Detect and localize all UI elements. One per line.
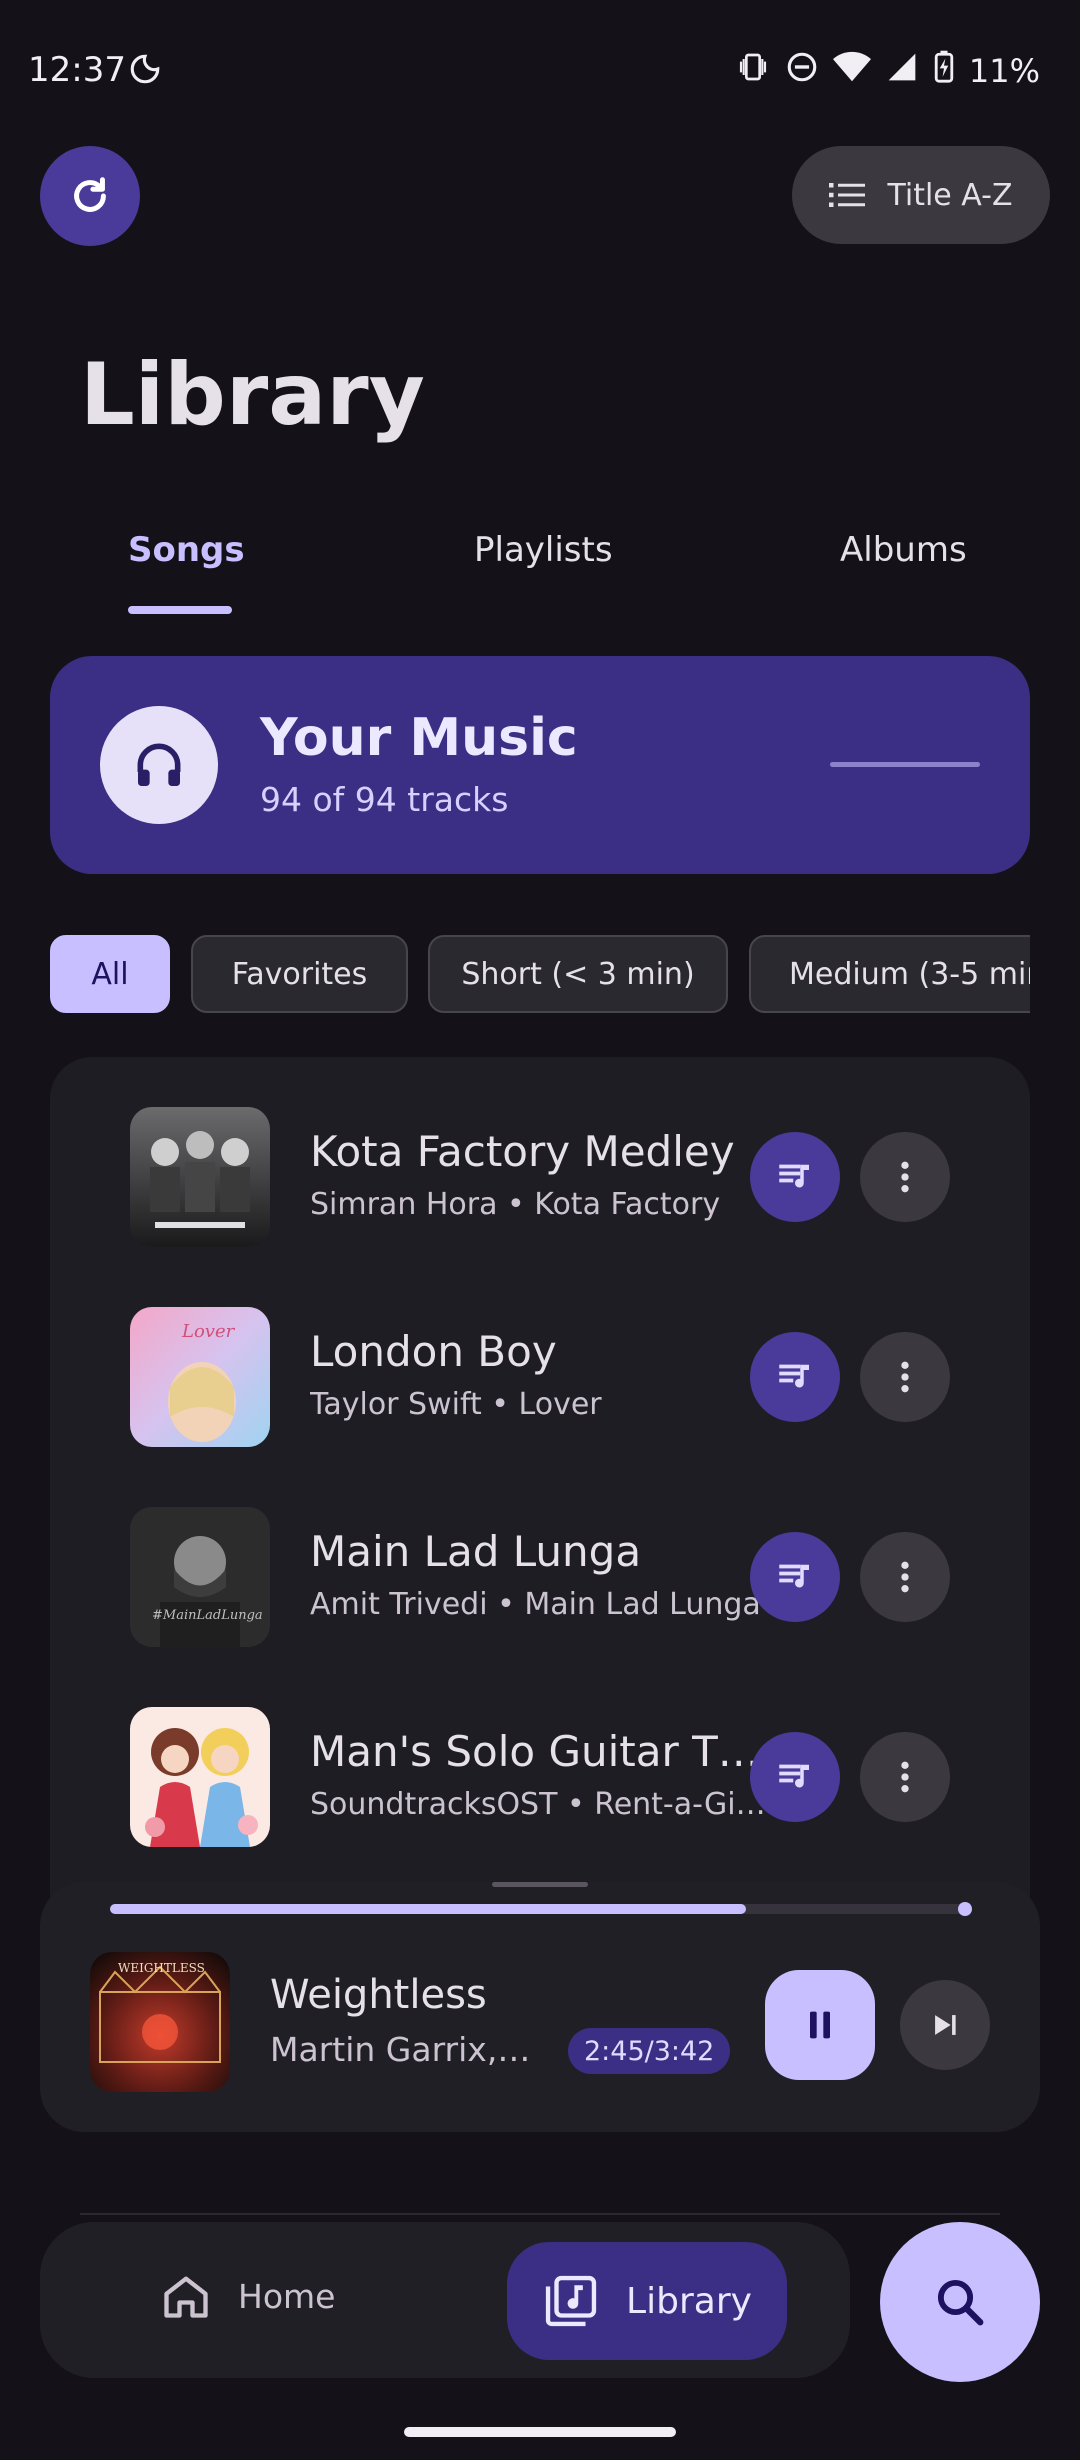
your-music-card[interactable]: Your Music 94 of 94 tracks [50,656,1030,874]
nav-divider [80,2213,1000,2215]
tab-songs[interactable]: Songs [128,530,245,570]
song-row[interactable]: Lover London Boy Taylor Swift • Lover [50,1307,1030,1457]
add-to-queue-button[interactable] [750,1132,840,1222]
your-music-count: 94 of 94 tracks [260,780,509,819]
album-art [130,1707,270,1847]
status-time: 12:37 [28,50,126,90]
song-list: Kota Factory Medley Simran Hora • Kota F… [50,1057,1030,2017]
song-title: Kota Factory Medley [310,1127,735,1176]
chip-medium[interactable]: Medium (3-5 min) [749,935,1030,1013]
nav-library[interactable]: Library [507,2242,787,2360]
song-title: Main Lad Lunga [310,1527,642,1576]
song-row[interactable]: Man's Solo Guitar Theme SoundtracksOST •… [50,1707,1030,1857]
playback-time: 2:45/3:42 [568,2028,731,2074]
now-playing-art: WEIGHTLESS [90,1952,230,2092]
page-title: Library [80,345,425,445]
music-avatar [100,706,218,824]
queue-music-icon [779,1764,809,1788]
tab-albums[interactable]: Albums [840,530,967,570]
svg-text:#MainLadLunga: #MainLadLunga [152,1608,263,1623]
add-to-queue-button[interactable] [750,1532,840,1622]
library-music-icon [545,2275,597,2327]
progress-fill [110,1904,747,1914]
search-button[interactable] [880,2222,1040,2382]
more-options-button[interactable] [860,1732,950,1822]
refresh-button[interactable] [40,146,140,246]
song-title: Man's Solo Guitar Theme [310,1727,770,1776]
status-icons: 11% [735,50,1040,92]
vibrate-icon [735,51,771,91]
album-art: Lover [130,1307,270,1447]
progress-end-dot [958,1902,972,1916]
bedtime-moon-icon [128,52,162,90]
refresh-icon [74,177,106,212]
pause-icon [810,2011,830,2039]
nav-home[interactable]: Home [160,2270,335,2322]
chip-favorites[interactable]: Favorites [191,935,408,1013]
add-to-queue-button[interactable] [750,1732,840,1822]
chip-all[interactable]: All [50,935,170,1013]
more-options-button[interactable] [860,1332,950,1422]
song-subtitle: Taylor Swift • Lover [310,1387,602,1422]
do-not-disturb-icon [785,50,819,92]
battery-percentage: 11% [968,52,1040,90]
home-icon [164,2276,208,2318]
cell-signal-icon [885,51,919,91]
mini-player[interactable]: WEIGHTLESS Weightless Martin Garrix, Ari… [40,1882,1040,2132]
bottom-navigation: Home Library [40,2222,850,2378]
song-subtitle: Amit Trivedi • Main Lad Lunga [310,1587,761,1622]
more-vert-icon [901,1761,909,1793]
more-options-button[interactable] [860,1532,950,1622]
your-music-title: Your Music [260,708,578,768]
sort-list-icon [829,183,866,207]
playback-progress-bar[interactable] [110,1902,972,1916]
sort-button[interactable]: Title A-Z [792,146,1050,244]
song-subtitle: Simran Hora • Kota Factory [310,1187,721,1222]
tab-indicator [128,606,232,614]
skip-next-button[interactable] [900,1980,990,2070]
pause-button[interactable] [765,1970,875,2080]
tab-playlists[interactable]: Playlists [474,530,613,570]
song-title: London Boy [310,1327,557,1376]
your-music-divider [830,762,980,767]
svg-text:WEIGHTLESS: WEIGHTLESS [118,1961,205,1975]
sort-label: Title A-Z [887,177,1013,213]
headphones-icon [137,743,181,786]
wifi-icon [832,51,871,91]
album-art [130,1107,270,1247]
album-art: #MainLadLunga [130,1507,270,1647]
more-vert-icon [901,1161,909,1193]
skip-next-icon [935,2015,956,2035]
more-options-button[interactable] [860,1132,950,1222]
chip-short[interactable]: Short (< 3 min) [428,935,728,1013]
more-vert-icon [901,1561,909,1593]
battery-charging-icon [933,50,955,92]
nav-home-label: Home [238,2276,336,2316]
svg-text:Lover: Lover [181,1321,236,1342]
add-to-queue-button[interactable] [750,1332,840,1422]
queue-music-icon [779,1364,809,1388]
nav-library-label: Library [626,2280,752,2322]
more-vert-icon [901,1361,909,1393]
search-icon [937,2279,984,2326]
now-playing-artist: Martin Garrix, Arijit Singh [270,2030,540,2069]
now-playing-title: Weightless [270,1972,487,2018]
filter-chips: All Favorites Short (< 3 min) Medium (3-… [50,935,1030,1015]
song-subtitle: SoundtracksOST • Rent-a-Girlfriend [310,1787,770,1822]
song-row[interactable]: Kota Factory Medley Simran Hora • Kota F… [50,1107,1030,1257]
queue-music-icon [779,1164,809,1188]
song-row[interactable]: #MainLadLunga Main Lad Lunga Amit Trived… [50,1507,1030,1657]
drag-handle[interactable] [492,1882,588,1887]
home-gesture-bar[interactable] [404,2427,676,2437]
queue-music-icon [779,1564,809,1588]
